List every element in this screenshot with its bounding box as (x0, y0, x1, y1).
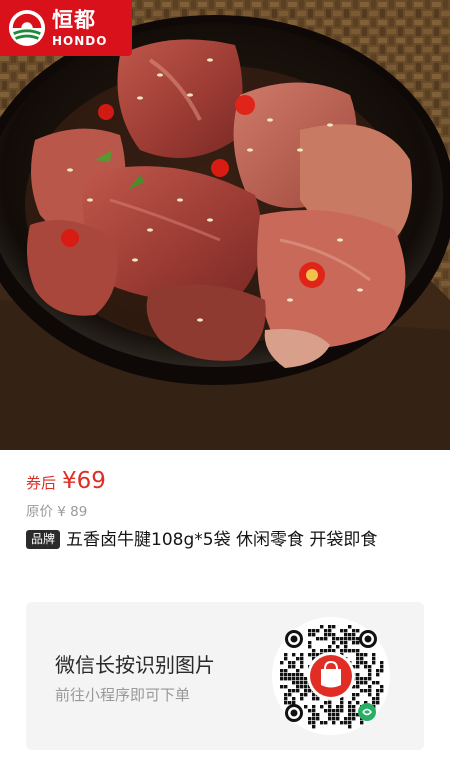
product-title[interactable]: 品牌 五香卤牛腱108g*5袋 休闲零食 开袋即食 (26, 527, 411, 554)
mini-program-card[interactable]: 微信长按识别图片 前往小程序即可下单 (26, 602, 424, 750)
mini-program-qr-code[interactable] (272, 617, 390, 735)
product-title-text: 五香卤牛腱108g*5袋 休闲零食 开袋即食 (66, 530, 378, 550)
brand-logo-icon (8, 9, 46, 47)
mini-program-icon (358, 703, 376, 721)
product-image[interactable]: 恒都 HONDO (0, 0, 450, 450)
beef-dish-photo (0, 0, 450, 450)
card-subtitle: 前往小程序即可下单 (55, 686, 191, 704)
original-price: 原价 ¥ 89 (26, 504, 88, 520)
brand-name-en: HONDO (52, 33, 108, 48)
brand-name-cn: 恒都 (52, 7, 96, 32)
brand-badge: 品牌 (26, 530, 61, 549)
brand-logo: 恒都 HONDO (0, 0, 132, 56)
card-title: 微信长按识别图片 (55, 653, 215, 677)
coupon-label: 券后 (26, 474, 57, 492)
coupon-price: ¥69 (62, 468, 106, 494)
price-row: 券后 ¥69 (26, 468, 106, 494)
